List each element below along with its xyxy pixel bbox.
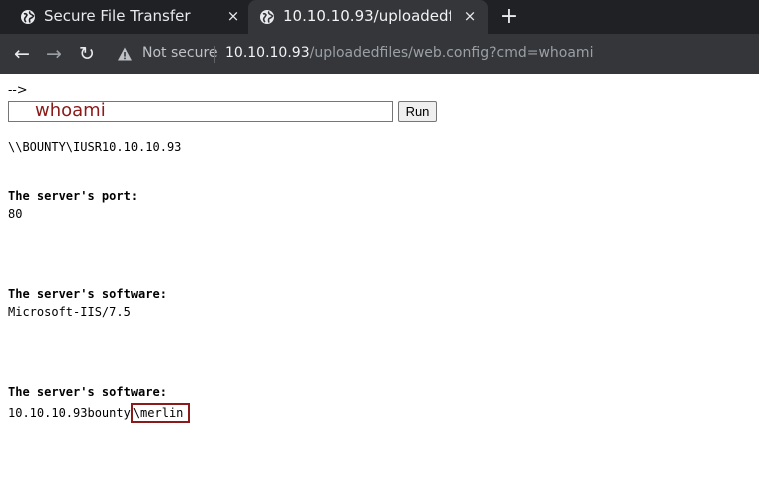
highlighted-username: \merlin bbox=[130, 403, 191, 423]
url-separator bbox=[214, 46, 215, 63]
comment-tail-text: --> bbox=[8, 83, 28, 98]
run-button[interactable]: Run bbox=[398, 101, 437, 122]
reload-button[interactable]: ↻ bbox=[77, 44, 97, 64]
back-button[interactable]: ← bbox=[12, 44, 32, 64]
close-icon[interactable]: × bbox=[225, 8, 241, 24]
address-bar[interactable]: 10.10.10.93/uploadedfiles/web.config?cmd… bbox=[225, 45, 593, 61]
tab-title: Secure File Transfer bbox=[44, 7, 191, 25]
port-value: 80 bbox=[8, 207, 23, 221]
tab-uploadedfiles[interactable]: 10.10.10.93/uploadedfiles/ × bbox=[248, 0, 488, 34]
globe-icon bbox=[21, 10, 35, 24]
warning-icon[interactable] bbox=[117, 46, 133, 62]
software-value-2: 10.10.10.93bounty \merlin bbox=[8, 403, 191, 423]
port-heading: The server's port: bbox=[8, 189, 139, 203]
url-host: 10.10.10.93 bbox=[225, 45, 310, 61]
command-output: \\BOUNTY\IUSR10.10.10.93 bbox=[8, 140, 182, 154]
security-status[interactable]: Not secure bbox=[142, 45, 218, 61]
command-input[interactable]: whoami bbox=[8, 101, 393, 122]
close-icon[interactable]: × bbox=[462, 8, 478, 24]
globe-icon bbox=[260, 10, 274, 24]
software-value-2-prefix: 10.10.10.93bounty bbox=[8, 406, 131, 420]
tab-strip: Secure File Transfer × 10.10.10.93/uploa… bbox=[0, 0, 759, 34]
tab-secure-file-transfer[interactable]: Secure File Transfer × bbox=[0, 0, 248, 34]
url-path: /uploadedfiles/web.config?cmd=whoami bbox=[309, 45, 594, 61]
new-tab-button[interactable]: + bbox=[498, 6, 520, 28]
page-content: --> whoami Run \\BOUNTY\IUSR10.10.10.93 … bbox=[0, 74, 759, 496]
browser-toolbar: ← → ↻ Not secure 10.10.10.93/uploadedfil… bbox=[0, 34, 759, 74]
forward-button[interactable]: → bbox=[44, 44, 64, 64]
software-value-1: Microsoft-IIS/7.5 bbox=[8, 305, 131, 319]
software-heading-1: The server's software: bbox=[8, 287, 167, 301]
software-heading-2: The server's software: bbox=[8, 385, 167, 399]
tab-title: 10.10.10.93/uploadedfiles/ bbox=[283, 7, 451, 25]
